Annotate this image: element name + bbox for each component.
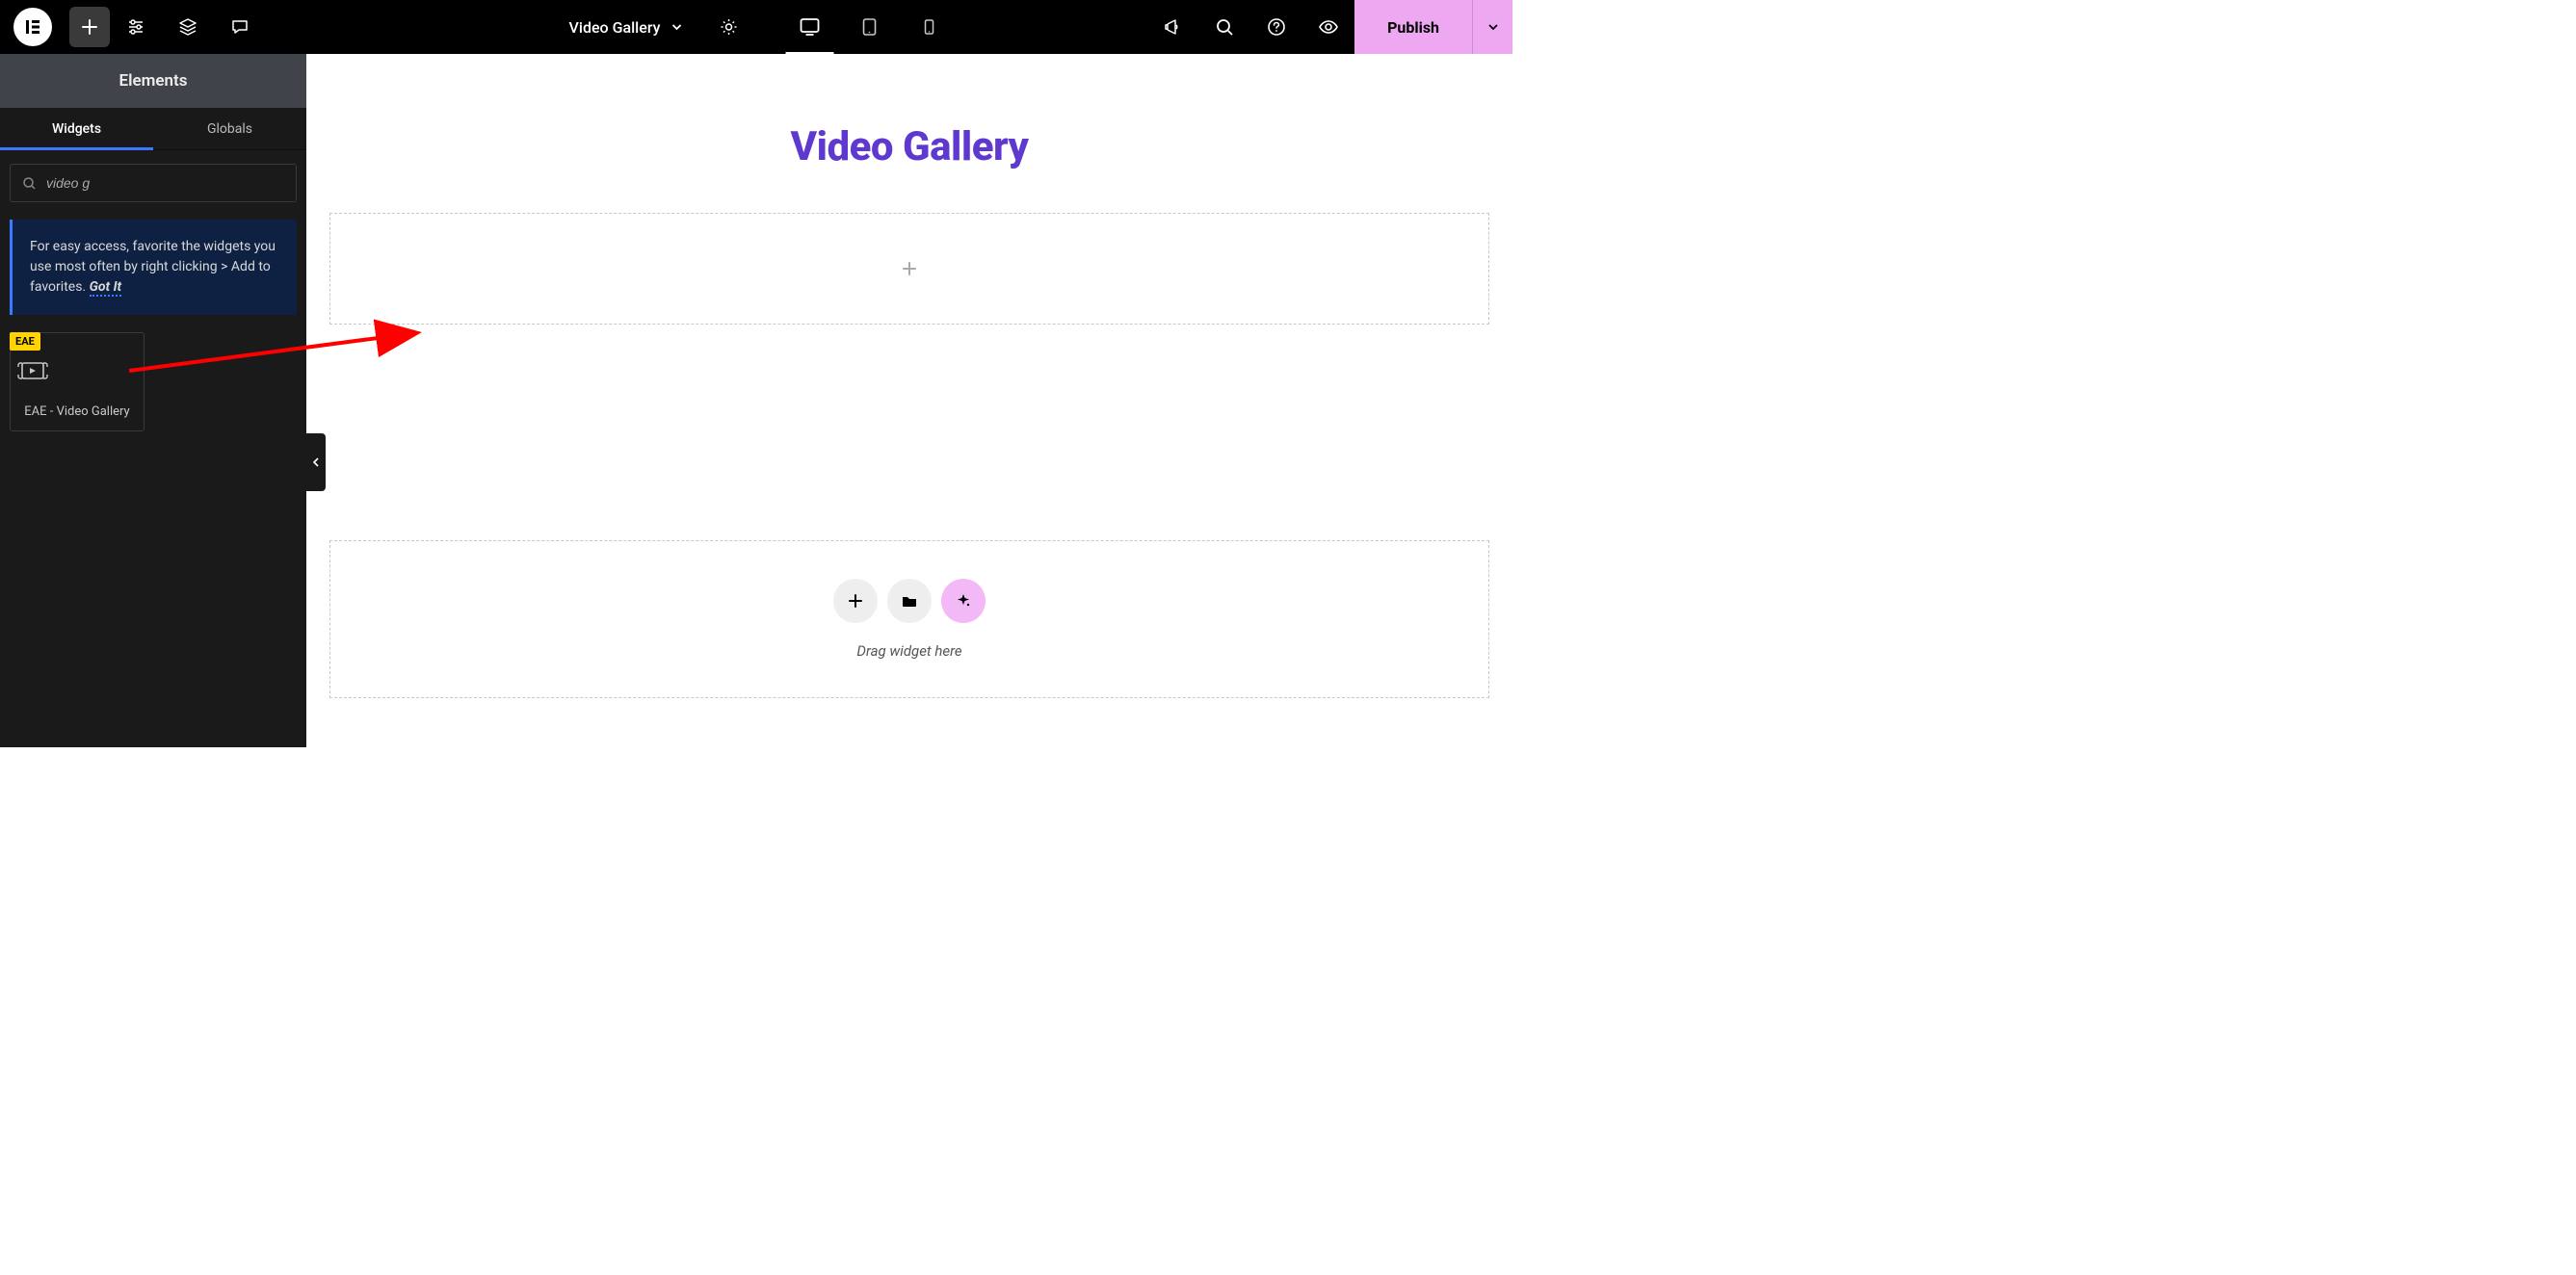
topbar: Video Gallery [0, 0, 1512, 54]
gear-icon [719, 17, 738, 37]
whatsnew-button[interactable] [1146, 0, 1198, 54]
search-icon [22, 176, 37, 191]
video-gallery-icon [16, 360, 138, 381]
settings-button[interactable] [110, 0, 162, 54]
drop-zone-widget[interactable]: Drag widget here [329, 540, 1489, 698]
canvas-heading: Video Gallery [306, 123, 1512, 170]
search-container [0, 150, 306, 216]
megaphone-icon [1163, 17, 1182, 37]
sparkle-icon [955, 592, 972, 610]
drag-hint-text: Drag widget here [856, 642, 961, 660]
tablet-icon [859, 17, 879, 37]
chevron-left-icon [311, 457, 321, 467]
tip-gotit-link[interactable]: Got It [90, 279, 122, 297]
tip-text: For easy access, favorite the widgets yo… [30, 239, 276, 295]
favorites-tip: For easy access, favorite the widgets yo… [10, 220, 297, 315]
chevron-down-icon [1486, 20, 1500, 34]
chevron-down-icon [670, 20, 683, 34]
device-mobile-button[interactable] [899, 0, 959, 54]
sidebar-title: Elements [118, 71, 187, 91]
device-tablet-button[interactable] [839, 0, 899, 54]
notes-button[interactable] [214, 0, 266, 54]
sidebar-collapse-toggle[interactable] [306, 433, 326, 491]
publish-button[interactable]: Publish [1354, 0, 1472, 54]
folder-icon [901, 592, 918, 610]
tab-widgets[interactable]: Widgets [0, 108, 153, 149]
page-title-label: Video Gallery [569, 18, 661, 37]
tab-globals[interactable]: Globals [153, 108, 306, 149]
ai-button[interactable] [941, 579, 986, 623]
finder-button[interactable] [1198, 0, 1250, 54]
add-template-button[interactable] [887, 579, 932, 623]
tab-globals-label: Globals [207, 121, 252, 137]
drop-zone-add[interactable] [329, 213, 1489, 325]
eye-icon [1318, 16, 1339, 38]
publish-options-button[interactable] [1472, 0, 1512, 54]
mobile-icon [920, 18, 937, 36]
device-switcher [779, 0, 959, 54]
layers-icon [178, 17, 197, 37]
elementor-logo[interactable] [13, 8, 52, 46]
device-desktop-button[interactable] [779, 0, 839, 54]
add-element-button[interactable] [69, 7, 110, 47]
sliders-icon [126, 17, 145, 37]
page-title-dropdown[interactable]: Video Gallery [554, 18, 699, 37]
topbar-center: Video Gallery [554, 0, 959, 54]
tab-widgets-label: Widgets [52, 121, 101, 137]
widget-label: EAE - Video Gallery [16, 404, 138, 419]
plus-icon [847, 592, 864, 610]
search-input[interactable] [46, 175, 284, 191]
desktop-icon [799, 16, 820, 38]
elementor-logo-icon [24, 18, 41, 36]
search-icon [1215, 17, 1234, 37]
widget-video-gallery[interactable]: EAE EAE - Video Gallery [10, 332, 145, 431]
sidebar-tabs: Widgets Globals [0, 108, 306, 150]
publish-label: Publish [1387, 18, 1439, 37]
search-box[interactable] [10, 164, 297, 202]
drop-zone-buttons [833, 579, 986, 623]
plus-icon [80, 17, 99, 37]
topbar-left [0, 0, 266, 54]
canvas: Video Gallery Drag [306, 54, 1512, 747]
help-icon [1267, 17, 1286, 37]
plus-icon [900, 259, 919, 278]
chat-icon [230, 17, 250, 37]
add-section-button[interactable] [833, 579, 878, 623]
preview-button[interactable] [1302, 0, 1354, 54]
widget-badge: EAE [10, 332, 40, 351]
help-button[interactable] [1250, 0, 1302, 54]
page-settings-button[interactable] [702, 0, 754, 54]
sidebar-header: Elements [0, 54, 306, 108]
sidebar: Elements Widgets Globals For easy access… [0, 54, 306, 747]
topbar-right: Publish [1146, 0, 1512, 54]
structure-button[interactable] [162, 0, 214, 54]
